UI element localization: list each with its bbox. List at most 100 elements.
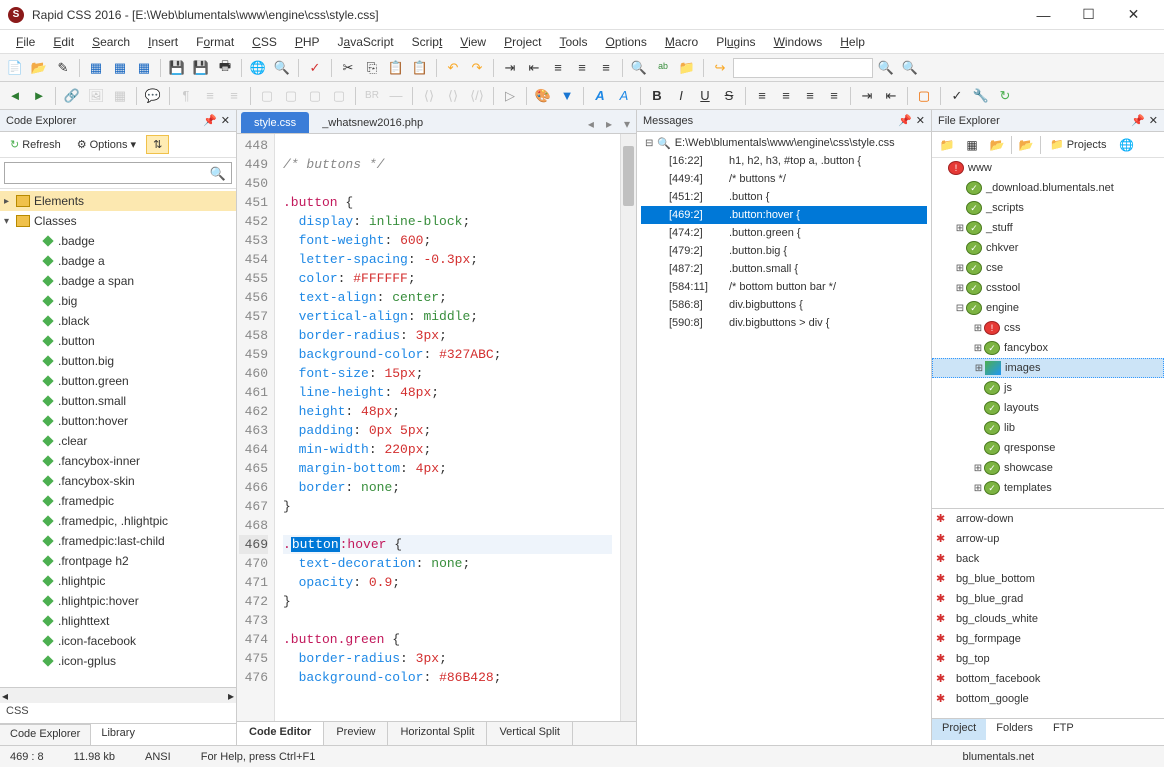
redo-icon[interactable]: ↷ xyxy=(466,57,488,79)
list-icon[interactable]: ≡ xyxy=(199,85,221,107)
tree-class-item[interactable]: .big xyxy=(0,291,236,311)
tree-class-item[interactable]: .hlighttext xyxy=(0,611,236,631)
tree-class-item[interactable]: .button.big xyxy=(0,351,236,371)
undo-icon[interactable]: ↶ xyxy=(442,57,464,79)
tree-class-item[interactable]: .button:hover xyxy=(0,411,236,431)
tree-class-item[interactable]: .black xyxy=(0,311,236,331)
menu-help[interactable]: Help xyxy=(832,33,873,51)
pin-icon[interactable]: 📌 xyxy=(898,114,912,127)
tab-next-icon[interactable]: ▸ xyxy=(600,115,618,133)
hr-icon[interactable]: — xyxy=(385,85,407,107)
folder-row[interactable]: ⊞images xyxy=(932,358,1164,378)
box-icon[interactable]: ▢ xyxy=(913,85,935,107)
close-panel-icon[interactable]: ✕ xyxy=(221,114,230,127)
tree-class-item[interactable]: .button.small xyxy=(0,391,236,411)
folder-row[interactable]: ⊞✓fancybox xyxy=(932,338,1164,358)
tree-class-item[interactable]: .badge xyxy=(0,231,236,251)
up-icon[interactable]: 📂 xyxy=(986,135,1008,155)
code-editor[interactable]: 4484494504514524534544554564574584594604… xyxy=(237,134,636,721)
tag1-icon[interactable]: ⟨⟩ xyxy=(418,85,440,107)
folder-row[interactable]: ✓qresponse xyxy=(932,438,1164,458)
tool-icon[interactable]: 🔧 xyxy=(970,85,992,107)
br-icon[interactable]: BR xyxy=(361,85,383,107)
tab-preview[interactable]: Preview xyxy=(324,722,388,745)
menu-javascript[interactable]: JavaScript xyxy=(330,33,402,51)
nav-fwd-icon[interactable]: ► xyxy=(28,85,50,107)
folder-row[interactable]: ✓_download.blumentals.net xyxy=(932,178,1164,198)
align-left-icon[interactable]: ≡ xyxy=(751,85,773,107)
indent-icon[interactable]: ⇥ xyxy=(499,57,521,79)
message-item[interactable]: [586:8]div.bigbuttons { xyxy=(641,296,927,314)
file-row[interactable]: ✱bottom_google xyxy=(932,689,1164,709)
menu-tools[interactable]: Tools xyxy=(551,33,595,51)
tree-class-item[interactable]: .hlightpic:hover xyxy=(0,591,236,611)
preview-icon[interactable]: 🔍 xyxy=(271,57,293,79)
view-icon[interactable]: ▦ xyxy=(961,135,983,155)
file-row[interactable]: ✱bg_blue_bottom xyxy=(932,569,1164,589)
image-icon[interactable]: 🖼 xyxy=(85,85,107,107)
format-icon[interactable]: ≡ xyxy=(547,57,569,79)
message-item[interactable]: [16:22]h1, h2, h3, #top a, .button { xyxy=(641,152,927,170)
tab-project[interactable]: Project xyxy=(932,719,986,740)
copy-icon[interactable]: ⎘ xyxy=(361,57,383,79)
tree-class-item[interactable]: .framedpic, .hlightpic xyxy=(0,511,236,531)
folder-row[interactable]: ⊞✓showcase xyxy=(932,458,1164,478)
folder-row[interactable]: ⊞✓csstool xyxy=(932,278,1164,298)
pin-icon[interactable]: 📌 xyxy=(1131,114,1145,127)
underline-icon[interactable]: U xyxy=(694,85,716,107)
new-folder-icon[interactable]: 📁 xyxy=(936,135,958,155)
tree-class-item[interactable]: .framedpic xyxy=(0,491,236,511)
menu-macro[interactable]: Macro xyxy=(657,33,706,51)
close-panel-icon[interactable]: ✕ xyxy=(916,114,925,127)
tab-hsplit[interactable]: Horizontal Split xyxy=(388,722,487,745)
div-icon[interactable]: ▢ xyxy=(256,85,278,107)
js-icon[interactable]: ▦ xyxy=(133,57,155,79)
strike-icon[interactable]: S xyxy=(718,85,740,107)
save-icon[interactable]: 💾 xyxy=(166,57,188,79)
file-row[interactable]: ✱bg_top xyxy=(932,649,1164,669)
find-icon[interactable]: 🔍 xyxy=(628,57,650,79)
clipboard-icon[interactable]: 📋 xyxy=(409,57,431,79)
font-icon[interactable]: A xyxy=(589,85,611,107)
tree-class-item[interactable]: .icon-gplus xyxy=(0,651,236,671)
message-item[interactable]: [487:2].button.small { xyxy=(641,260,927,278)
file-row[interactable]: ✱arrow-up xyxy=(932,529,1164,549)
options-button[interactable]: ⚙ Options▾ xyxy=(71,136,142,153)
message-item[interactable]: [451:2].button { xyxy=(641,188,927,206)
globe-icon[interactable]: 🌐 xyxy=(1115,135,1137,155)
tree-class-item[interactable]: .badge a span xyxy=(0,271,236,291)
tree-class-item[interactable]: .fancybox-inner xyxy=(0,451,236,471)
tree-class-item[interactable]: .frontpage h2 xyxy=(0,551,236,571)
tag3-icon[interactable]: ⟨/⟩ xyxy=(466,85,488,107)
menu-project[interactable]: Project xyxy=(496,33,549,51)
file-row[interactable]: ✱bg_clouds_white xyxy=(932,609,1164,629)
tab-library[interactable]: Library xyxy=(91,724,145,745)
cut-icon[interactable]: ✂ xyxy=(337,57,359,79)
menu-windows[interactable]: Windows xyxy=(766,33,831,51)
tree-class-item[interactable]: .framedpic:last-child xyxy=(0,531,236,551)
align-center-icon[interactable]: ≡ xyxy=(775,85,797,107)
bold-icon[interactable]: B xyxy=(646,85,668,107)
span-icon[interactable]: ▢ xyxy=(280,85,302,107)
folder-row[interactable]: ⊞!css xyxy=(932,318,1164,338)
maximize-button[interactable]: ☐ xyxy=(1066,1,1111,29)
outdent2-icon[interactable]: ⇤ xyxy=(880,85,902,107)
vscrollbar[interactable] xyxy=(620,134,636,721)
menu-insert[interactable]: Insert xyxy=(140,33,186,51)
edit-icon[interactable]: ✎ xyxy=(52,57,74,79)
projects-button[interactable]: 📁 Projects xyxy=(1044,136,1112,153)
close-panel-icon[interactable]: ✕ xyxy=(1149,114,1158,127)
menu-options[interactable]: Options xyxy=(597,33,654,51)
table-icon[interactable]: ▦ xyxy=(109,85,131,107)
tree-class-item[interactable]: .button.green xyxy=(0,371,236,391)
message-item[interactable]: [449:4]/* buttons */ xyxy=(641,170,927,188)
file-row[interactable]: ✱arrow-down xyxy=(932,509,1164,529)
font2-icon[interactable]: A xyxy=(613,85,635,107)
tree-class-item[interactable]: .button xyxy=(0,331,236,351)
folder-row[interactable]: ⊞✓cse xyxy=(932,258,1164,278)
folder-row[interactable]: !www xyxy=(932,158,1164,178)
spellcheck-icon[interactable]: ✓ xyxy=(304,57,326,79)
chat-icon[interactable]: 💬 xyxy=(142,85,164,107)
menu-search[interactable]: Search xyxy=(84,33,138,51)
tree-class-item[interactable]: .badge a xyxy=(0,251,236,271)
